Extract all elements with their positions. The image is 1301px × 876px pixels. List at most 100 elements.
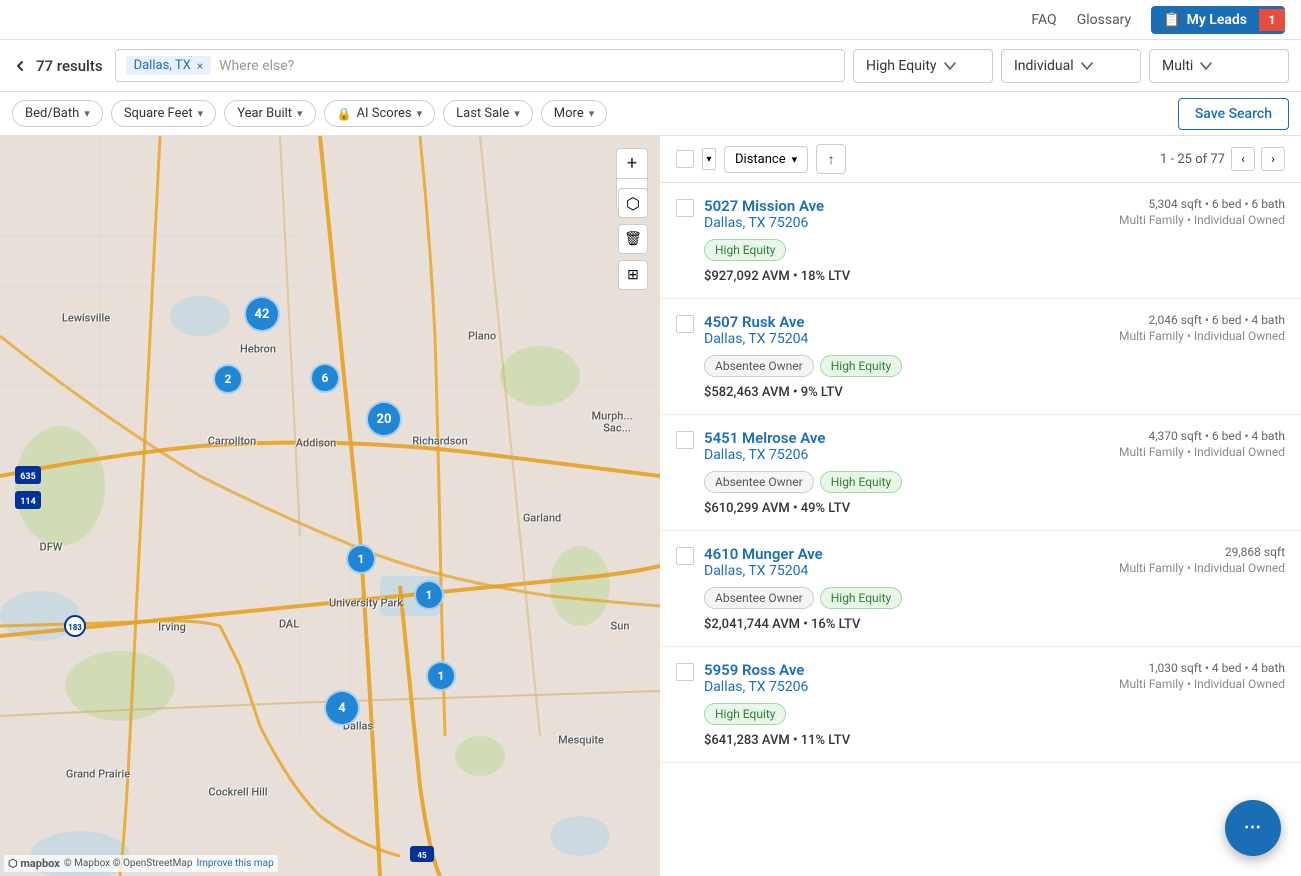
svg-text:114: 114: [20, 497, 36, 507]
back-button[interactable]: [12, 58, 28, 74]
property-address-4[interactable]: 4610 Munger Ave: [704, 545, 823, 563]
property-avm-5: $641,283 AVM • 11% LTV: [704, 733, 1285, 748]
square-feet-filter[interactable]: Square Feet ▾: [111, 100, 216, 127]
property-city-2: Dallas, TX 75204: [704, 331, 808, 347]
map-cluster-4[interactable]: 4: [324, 690, 360, 726]
property-address-1[interactable]: 5027 Mission Ave: [704, 197, 824, 215]
property-item[interactable]: 5451 Melrose Ave Dallas, TX 75206 4,370 …: [660, 415, 1301, 531]
tag-high-equity-3[interactable]: High Equity: [820, 471, 902, 493]
more-label: More: [554, 106, 584, 121]
map-cluster-1a[interactable]: 1: [346, 544, 376, 574]
square-feet-label: Square Feet: [124, 106, 193, 121]
save-search-button[interactable]: Save Search: [1178, 98, 1289, 130]
pagination-info: 1 - 25 of 77 ‹ ›: [1160, 147, 1285, 171]
map-attribution: ⬡ mapbox © Mapbox © OpenStreetMap Improv…: [4, 855, 278, 872]
location-tag-remove[interactable]: ×: [197, 59, 203, 73]
property-type-5: Multi Family • Individual Owned: [1119, 677, 1285, 691]
glossary-link[interactable]: Glossary: [1077, 12, 1131, 28]
property-type-2: Multi Family • Individual Owned: [1119, 329, 1285, 343]
main-content: 114 635 183 45 ✈ ✈ Lewisville Hebron Pla…: [0, 136, 1301, 876]
map-cluster-1c[interactable]: 1: [426, 661, 456, 691]
property-list: 5027 Mission Ave Dallas, TX 75206 5,304 …: [660, 183, 1301, 876]
fab-ellipsis-icon: •••: [1244, 820, 1261, 836]
search-row: 77 results Dallas, TX × Where else? High…: [0, 40, 1301, 92]
square-feet-chevron-icon: ▾: [198, 107, 204, 120]
tag-high-equity-1[interactable]: High Equity: [704, 239, 786, 261]
delete-tool-button[interactable]: 🗑: [618, 224, 648, 254]
svg-text:45: 45: [417, 851, 427, 860]
next-page-button[interactable]: ›: [1261, 147, 1285, 171]
tag-high-equity-5[interactable]: High Equity: [704, 703, 786, 725]
ai-scores-chevron-icon: ▾: [417, 107, 423, 120]
property-item[interactable]: 5959 Ross Ave Dallas, TX 75206 1,030 sqf…: [660, 647, 1301, 763]
results-count: 77 results: [36, 57, 103, 75]
tag-high-equity-2[interactable]: High Equity: [820, 355, 902, 377]
property-avm-2: $582,463 AVM • 9% LTV: [704, 385, 1285, 400]
sort-dropdown[interactable]: Distance ▾: [724, 146, 808, 173]
tag-absentee-2[interactable]: Absentee Owner: [704, 355, 814, 377]
zoom-in-button[interactable]: +: [617, 149, 647, 179]
property-checkbox-3[interactable]: [676, 431, 694, 449]
property-checkbox-1[interactable]: [676, 199, 694, 217]
property-address-5[interactable]: 5959 Ross Ave: [704, 661, 808, 679]
more-filter[interactable]: More ▾: [541, 100, 607, 127]
layers-button[interactable]: ⊞: [618, 260, 648, 290]
property-item[interactable]: 4610 Munger Ave Dallas, TX 75204 29,868 …: [660, 531, 1301, 647]
property-type-1: Multi Family • Individual Owned: [1119, 213, 1285, 227]
map-side-controls: ⬡ 🗑 ⊞: [618, 188, 648, 290]
year-built-label: Year Built: [237, 106, 292, 121]
results-header: ▾ Distance ▾ ↑ 1 - 25 of 77 ‹ ›: [660, 136, 1301, 183]
svg-text:183: 183: [68, 623, 82, 632]
map-cluster-20[interactable]: 20: [366, 401, 402, 437]
map-cluster-42[interactable]: 42: [244, 296, 280, 332]
filter-row: Bed/Bath ▾ Square Feet ▾ Year Built ▾ 🔒 …: [0, 92, 1301, 136]
property-checkbox-5[interactable]: [676, 663, 694, 681]
map-cluster-1b[interactable]: 1: [414, 580, 444, 610]
svg-text:✈: ✈: [45, 543, 53, 554]
improve-map-link[interactable]: Improve this map: [196, 858, 273, 869]
property-city-3: Dallas, TX 75206: [704, 447, 825, 463]
property-address-2[interactable]: 4507 Rusk Ave: [704, 313, 808, 331]
back-arrow-icon: [12, 58, 28, 74]
property-specs-2: 2,046 sqft • 6 bed • 4 bath: [1119, 313, 1285, 327]
draw-tool-button[interactable]: ⬡: [618, 188, 648, 218]
leads-icon: 📋: [1163, 12, 1180, 28]
map-svg: 114 635 183 45 ✈ ✈: [0, 136, 660, 876]
individual-dropdown[interactable]: Individual: [1001, 49, 1141, 83]
select-all-checkbox[interactable]: [676, 150, 694, 168]
year-built-filter[interactable]: Year Built ▾: [224, 100, 315, 127]
property-type-3: Multi Family • Individual Owned: [1119, 445, 1285, 459]
map-cluster-2[interactable]: 2: [213, 364, 243, 394]
bed-bath-label: Bed/Bath: [25, 106, 79, 121]
property-address-3[interactable]: 5451 Melrose Ave: [704, 429, 825, 447]
property-specs-3: 4,370 sqft • 6 bed • 4 bath: [1119, 429, 1285, 443]
bed-bath-filter[interactable]: Bed/Bath ▾: [12, 100, 103, 127]
my-leads-button[interactable]: 📋 My Leads 1: [1151, 6, 1285, 34]
property-item[interactable]: 4507 Rusk Ave Dallas, TX 75204 2,046 sqf…: [660, 299, 1301, 415]
map-cluster-6[interactable]: 6: [310, 363, 340, 393]
select-all-dropdown[interactable]: ▾: [702, 148, 716, 170]
property-item[interactable]: 5027 Mission Ave Dallas, TX 75206 5,304 …: [660, 183, 1301, 299]
property-checkbox-2[interactable]: [676, 315, 694, 333]
map-container[interactable]: 114 635 183 45 ✈ ✈ Lewisville Hebron Pla…: [0, 136, 660, 876]
location-search-input[interactable]: Dallas, TX × Where else?: [115, 49, 845, 82]
multi-dropdown[interactable]: Multi: [1149, 49, 1289, 83]
prev-page-button[interactable]: ‹: [1231, 147, 1255, 171]
sort-label: Distance: [735, 152, 786, 167]
pagination-text: 1 - 25 of 77: [1160, 152, 1225, 167]
sort-direction-button[interactable]: ↑: [816, 144, 846, 174]
last-sale-filter[interactable]: Last Sale ▾: [443, 100, 533, 127]
location-tag[interactable]: Dallas, TX ×: [126, 56, 212, 75]
results-panel: ▾ Distance ▾ ↑ 1 - 25 of 77 ‹ ›: [660, 136, 1301, 876]
property-checkbox-4[interactable]: [676, 547, 694, 565]
multi-label: Multi: [1162, 58, 1193, 74]
tag-absentee-4[interactable]: Absentee Owner: [704, 587, 814, 609]
property-type-4: Multi Family • Individual Owned: [1119, 561, 1285, 575]
tag-high-equity-4[interactable]: High Equity: [820, 587, 902, 609]
fab-button[interactable]: •••: [1225, 800, 1281, 856]
faq-link[interactable]: FAQ: [1031, 12, 1056, 28]
tag-absentee-3[interactable]: Absentee Owner: [704, 471, 814, 493]
ai-scores-filter[interactable]: 🔒 AI Scores ▾: [324, 100, 436, 127]
high-equity-dropdown[interactable]: High Equity: [853, 49, 993, 83]
property-avm-4: $2,041,744 AVM • 16% LTV: [704, 617, 1285, 632]
